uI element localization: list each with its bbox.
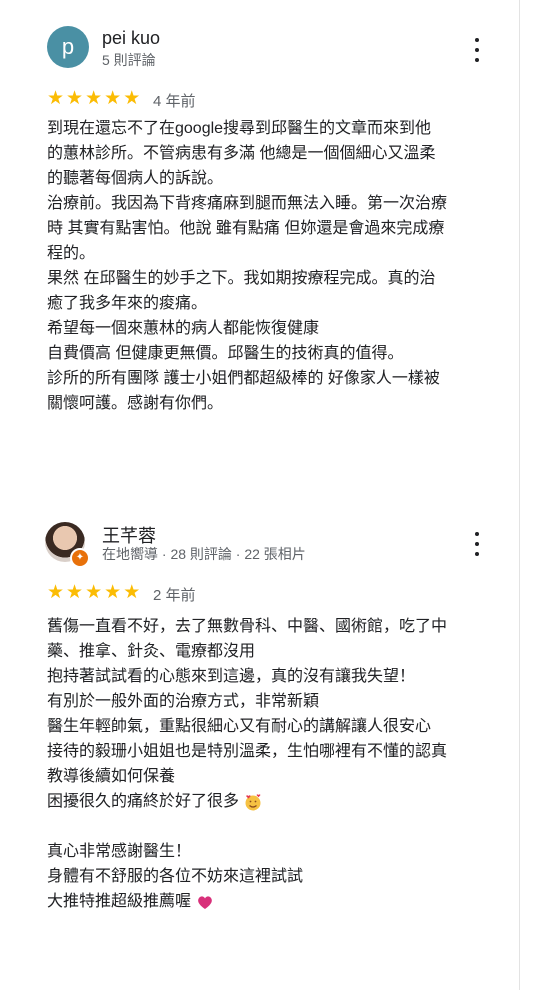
star-rating: ★ ★ ★ ★ ★ <box>47 88 140 110</box>
review-line: 教導後續如何保養 <box>47 768 176 785</box>
star-icon: ★ <box>123 582 141 603</box>
review-line: 藥、推拿、針灸、電療都沒用 <box>47 643 256 660</box>
star-icon: ★ <box>66 582 84 603</box>
local-guide-badge-icon: ✦ <box>70 548 90 568</box>
review-age: 2 年前 <box>153 587 196 604</box>
more-vert-icon[interactable] <box>469 532 485 556</box>
review-line: 真心非常感謝醫生！ <box>47 843 192 860</box>
smiling-face-with-hearts-icon <box>245 794 261 811</box>
reviewer-meta: 在地嚮導 · 28 則評論 · 22 張相片 <box>102 546 306 562</box>
review-text: 舊傷一直看不好，去了無數骨科、中醫、國術館，吃了中 藥、推拿、針灸、電療都沒用 … <box>47 614 497 914</box>
review-line: 診所的所有團隊 護士小姐們都超級棒的 好像家人一樣被 <box>47 370 440 387</box>
review-line: 關懷呵護。感謝有你們。 <box>47 395 224 412</box>
star-icon: ★ <box>47 582 65 603</box>
rating-row: ★ ★ ★ ★ ★ 2 年前 <box>0 582 520 610</box>
review-card: ✦ 王芊蓉 在地嚮導 · 28 則評論 · 22 張相片 ★ ★ ★ ★ ★ 2… <box>0 512 520 910</box>
rating-row: ★ ★ ★ ★ ★ 4 年前 <box>0 88 520 116</box>
star-icon: ★ <box>66 88 84 109</box>
heart-icon <box>198 896 213 909</box>
review-line: 程的。 <box>47 245 96 262</box>
review-age: 4 年前 <box>153 93 196 110</box>
review-line: 到現在還忘不了在google搜尋到邱醫生的文章而來到他 <box>47 120 432 137</box>
review-line: 困擾很久的痛終於好了很多 <box>47 789 497 814</box>
review-line: 接待的毅珊小姐姐也是特別溫柔，生怕哪裡有不懂的認真 <box>47 743 448 760</box>
star-icon: ★ <box>85 582 103 603</box>
review-header: ✦ 王芊蓉 在地嚮導 · 28 則評論 · 22 張相片 <box>0 512 520 576</box>
star-icon: ★ <box>123 88 141 109</box>
reviewer-meta: 5 則評論 <box>102 52 156 68</box>
review-line: 自費價高 但健康更無價。邱醫生的技術真的值得。 <box>47 345 404 362</box>
star-icon: ★ <box>85 88 103 109</box>
avatar[interactable]: p <box>47 26 89 68</box>
review-line: 治療前。我因為下背疼痛麻到腿而無法入睡。第一次治療 <box>47 195 448 212</box>
review-text: 到現在還忘不了在google搜尋到邱醫生的文章而來到他 的蕙林診所。不管病患有多… <box>47 116 497 416</box>
reviewer-name[interactable]: pei kuo <box>102 28 160 49</box>
review-line: 大推特推超級推薦喔 <box>47 889 497 914</box>
review-line: 癒了我多年來的痠痛。 <box>47 295 208 312</box>
review-card: p pei kuo 5 則評論 ★ ★ ★ ★ ★ 4 年前 到現在還忘不了在g… <box>0 18 520 412</box>
review-line: 身體有不舒服的各位不妨來這裡試試 <box>47 868 304 885</box>
review-line-text: 困擾很久的痛終於好了很多 <box>47 793 240 810</box>
review-header: p pei kuo 5 則評論 <box>0 18 520 82</box>
right-divider <box>519 0 520 990</box>
review-line: 醫生年輕帥氣，重點很細心又有耐心的講解讓人很安心 <box>47 718 432 735</box>
star-rating: ★ ★ ★ ★ ★ <box>47 582 140 604</box>
review-line: 希望每一個來蕙林的病人都能恢復健康 <box>47 320 320 337</box>
more-vert-icon[interactable] <box>469 38 485 62</box>
review-line: 時 其實有點害怕。他說 雖有點痛 但妳還是會過來完成療 <box>47 220 445 237</box>
star-icon: ★ <box>104 582 122 603</box>
star-icon: ★ <box>104 88 122 109</box>
review-line: 果然 在邱醫生的妙手之下。我如期按療程完成。真的治 <box>47 270 436 287</box>
star-icon: ★ <box>47 88 65 109</box>
review-line: 的聽著每個病人的訴說。 <box>47 170 224 187</box>
review-line: 有別於一般外面的治療方式，非常新穎 <box>47 693 320 710</box>
review-line: 舊傷一直看不好，去了無數骨科、中醫、國術館，吃了中 <box>47 618 448 635</box>
review-line: 的蕙林診所。不管病患有多滿 他總是一個個細心又溫柔 <box>47 145 436 162</box>
review-line <box>47 814 497 839</box>
review-line: 抱持著試試看的心態來到這邊，真的沒有讓我失望！ <box>47 668 416 685</box>
review-line-text: 大推特推超級推薦喔 <box>47 893 192 910</box>
